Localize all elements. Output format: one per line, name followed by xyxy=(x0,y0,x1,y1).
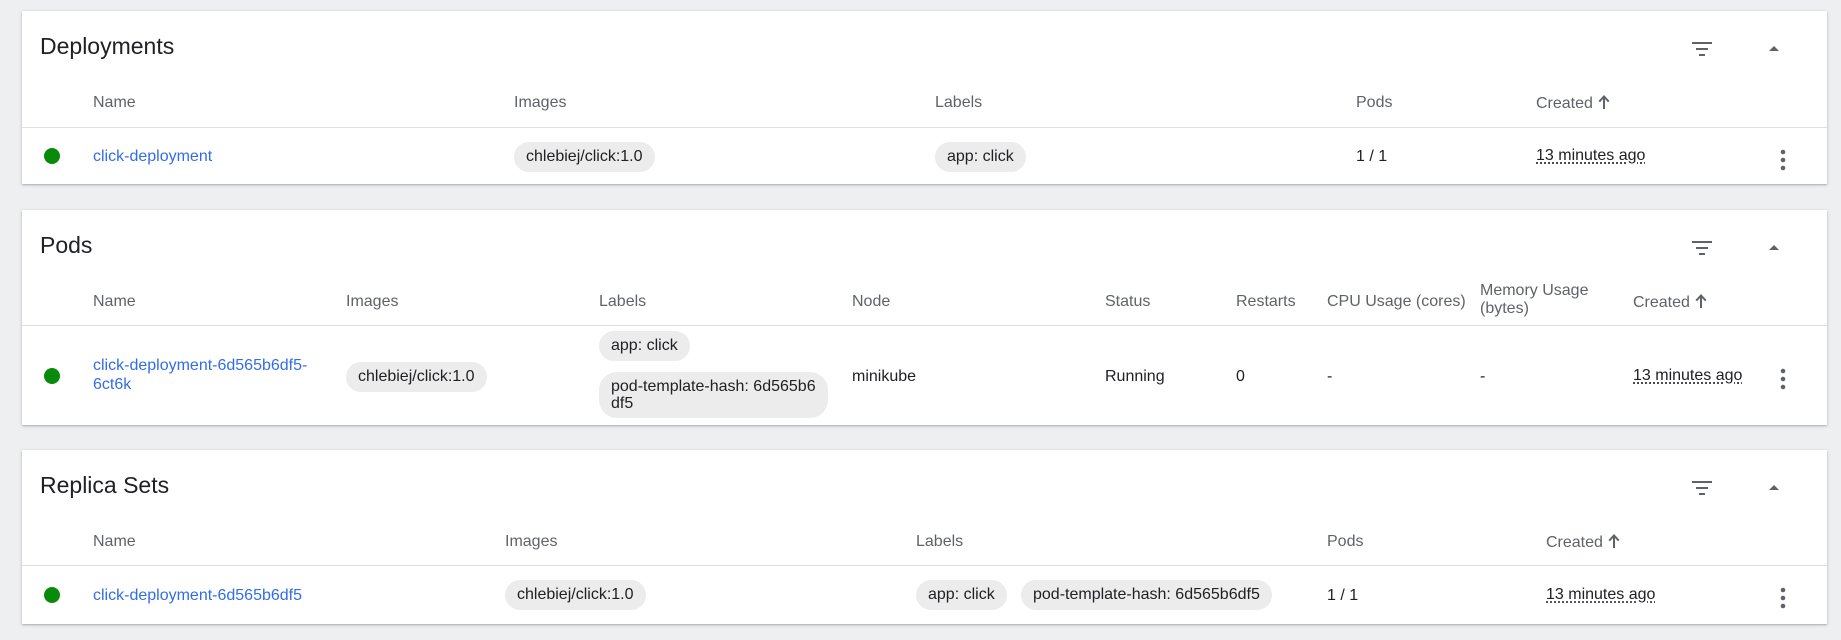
pods-header-cpu: CPU Usage (cores) xyxy=(1327,293,1466,310)
deployment-row-menu-button[interactable] xyxy=(1771,146,1795,174)
deployment-name-link[interactable]: click-deployment xyxy=(93,147,212,166)
deployments-header-name[interactable]: Name xyxy=(93,94,136,112)
deployments-header-created[interactable]: Created xyxy=(1536,94,1611,113)
replica-sets-header-images: Images xyxy=(505,533,558,550)
filter-list-icon xyxy=(1692,481,1712,495)
pods-header-created-label: Created xyxy=(1633,294,1690,311)
arrow-drop-up-icon xyxy=(1769,245,1779,250)
pods-header-labels: Labels xyxy=(599,293,647,310)
arrow-drop-up-icon xyxy=(1769,485,1779,490)
pods-header-divider xyxy=(22,325,1827,326)
replica-sets-card: Replica Sets Name Images Labels Pods Cre… xyxy=(22,450,1827,624)
pod-row-menu-button[interactable] xyxy=(1771,365,1795,393)
pod-name-line2: 6ct6k xyxy=(93,376,132,393)
pods-title: Pods xyxy=(40,232,93,258)
more-vert-icon xyxy=(1780,149,1786,171)
pods-header-memory: Memory Usage (bytes) xyxy=(1480,282,1588,318)
image-chip: chlebiej/click:1.0 xyxy=(505,580,646,610)
replica-set-row-menu-button[interactable] xyxy=(1771,584,1795,612)
deployments-collapse-button[interactable] xyxy=(1758,33,1790,65)
filter-list-icon xyxy=(1692,42,1712,56)
pods-count: 1 / 1 xyxy=(1327,587,1359,604)
created-time: 13 minutes ago xyxy=(1546,586,1656,603)
replica-sets-header-pods: Pods xyxy=(1327,533,1364,550)
label-chip: app: click xyxy=(935,142,1026,172)
deployments-header-divider xyxy=(22,127,1827,128)
more-vert-icon xyxy=(1780,587,1786,609)
status-success-dot xyxy=(44,148,60,164)
arrow-upward-icon xyxy=(1608,534,1620,548)
replica-sets-header-divider xyxy=(22,565,1827,566)
image-chip: chlebiej/click:1.0 xyxy=(346,362,487,392)
deployments-filter-button[interactable] xyxy=(1686,33,1718,65)
filter-list-icon xyxy=(1692,241,1712,255)
arrow-drop-up-icon xyxy=(1769,46,1779,51)
created-time: 13 minutes ago xyxy=(1536,147,1646,164)
status-success-dot xyxy=(44,368,60,384)
replica-sets-header-name[interactable]: Name xyxy=(93,533,136,551)
replica-set-name-link[interactable]: click-deployment-6d565b6df5 xyxy=(93,586,302,605)
label-chip-line2: df5 xyxy=(611,395,634,412)
replica-sets-collapse-button[interactable] xyxy=(1758,472,1790,504)
deployments-card: Deployments Name Images Labels Pods Crea… xyxy=(22,11,1827,184)
pod-name-link[interactable]: click-deployment-6d565b6df5- 6ct6k xyxy=(93,356,307,394)
pod-name-line1: click-deployment-6d565b6df5- xyxy=(93,357,308,374)
replica-sets-title: Replica Sets xyxy=(40,472,170,498)
pods-header-images: Images xyxy=(346,293,399,310)
label-chip: app: click xyxy=(916,580,1007,610)
label-chip-line1: pod-template-hash: 6d565b6 xyxy=(611,378,816,395)
pod-node: minikube xyxy=(852,368,917,385)
pods-header-node: Node xyxy=(852,293,891,310)
pod-restarts: 0 xyxy=(1236,368,1245,385)
created-time: 13 minutes ago xyxy=(1633,367,1743,384)
arrow-upward-icon xyxy=(1695,294,1707,308)
label-chip: pod-template-hash: 6d565b6 df5 xyxy=(599,372,828,418)
pods-count: 1 / 1 xyxy=(1356,148,1388,165)
pod-memory-usage: - xyxy=(1480,368,1486,385)
pods-header-memory-line2: (bytes) xyxy=(1480,300,1529,317)
deployments-title: Deployments xyxy=(40,33,175,59)
arrow-upward-icon xyxy=(1598,95,1610,109)
image-chip: chlebiej/click:1.0 xyxy=(514,142,655,172)
replica-sets-header-created[interactable]: Created xyxy=(1546,533,1621,552)
status-success-dot xyxy=(44,587,60,603)
deployments-header-created-label: Created xyxy=(1536,95,1593,112)
deployments-header-images: Images xyxy=(514,94,567,111)
pod-cpu-usage: - xyxy=(1327,368,1333,385)
pods-card: Pods Name Images Labels Node Status Rest… xyxy=(22,210,1827,425)
pods-header-name[interactable]: Name xyxy=(93,293,136,311)
pods-header-memory-line1: Memory Usage xyxy=(1480,282,1589,299)
deployments-header-labels: Labels xyxy=(935,94,983,111)
pods-header-created[interactable]: Created xyxy=(1633,293,1708,312)
replica-sets-header-created-label: Created xyxy=(1546,534,1603,551)
label-chip: pod-template-hash: 6d565b6df5 xyxy=(1021,580,1272,610)
label-chip: app: click xyxy=(599,331,690,361)
deployments-header-pods: Pods xyxy=(1356,94,1393,111)
pods-collapse-button[interactable] xyxy=(1758,232,1790,264)
replica-sets-filter-button[interactable] xyxy=(1686,472,1718,504)
pods-filter-button[interactable] xyxy=(1686,232,1718,264)
more-vert-icon xyxy=(1780,368,1786,390)
pod-status: Running xyxy=(1105,368,1165,385)
replica-sets-header-labels: Labels xyxy=(916,533,964,550)
pods-header-restarts: Restarts xyxy=(1236,293,1296,310)
pods-header-status: Status xyxy=(1105,293,1151,310)
